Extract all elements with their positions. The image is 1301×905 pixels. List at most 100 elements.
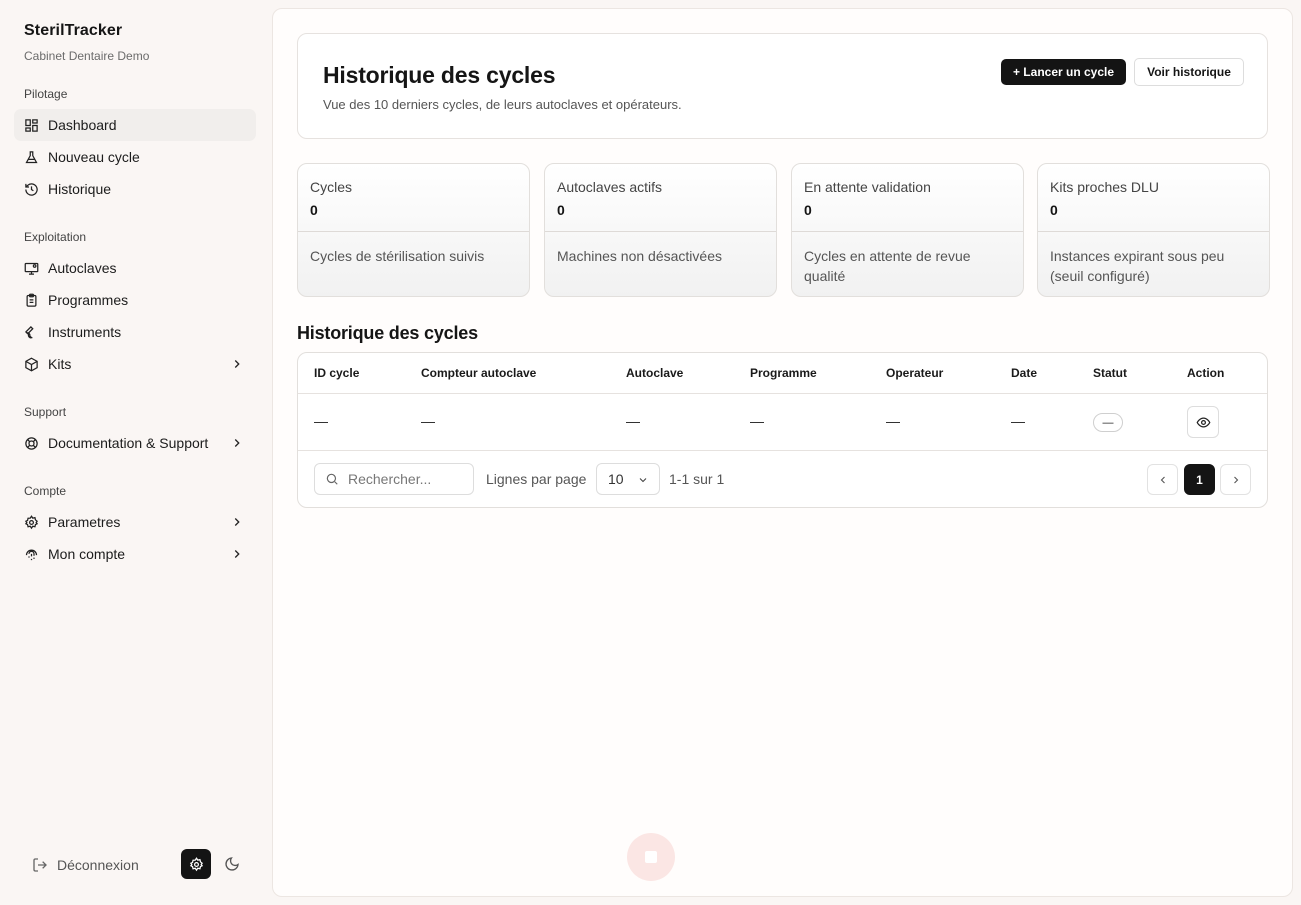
sidebar-item-nouveau-cycle[interactable]: Nouveau cycle <box>14 141 256 173</box>
sidebar-item-mon-compte[interactable]: Mon compte <box>14 538 256 570</box>
brand-name: SterilTracker <box>24 22 123 39</box>
logout-label: Déconnexion <box>57 857 139 873</box>
lifebuoy-icon <box>24 436 39 451</box>
stat-label: En attente validation <box>804 179 931 195</box>
sidebar-item-label: Kits <box>48 356 72 372</box>
column-header[interactable]: Autoclave <box>626 366 683 380</box>
monitor-icon <box>24 261 39 276</box>
stop-icon <box>645 851 657 863</box>
table-row[interactable]: — — — — — — — <box>298 394 1267 451</box>
clipboard-icon <box>24 293 39 308</box>
cycles-table: ID cycle Compteur autoclave Autoclave Pr… <box>297 352 1268 508</box>
logout-icon <box>33 858 47 872</box>
sidebar-item-label: Instruments <box>48 324 122 340</box>
sidebar-item-label: Programmes <box>48 292 129 308</box>
stat-value: 0 <box>804 202 812 218</box>
stat-label: Autoclaves actifs <box>557 179 663 195</box>
chevron-right-icon <box>234 360 240 368</box>
chevron-left-icon <box>1160 476 1165 483</box>
search-input[interactable] <box>348 471 468 487</box>
cell-id: — <box>314 413 328 429</box>
divider <box>545 231 776 232</box>
column-header: Action <box>1187 366 1225 380</box>
brand-subtitle: Cabinet Dentaire Demo <box>24 49 150 63</box>
sidebar-item-label: Autoclaves <box>48 260 117 276</box>
cell-date: — <box>1011 413 1025 429</box>
column-header[interactable]: Programme <box>750 366 817 380</box>
sidebar-item-label: Historique <box>48 181 112 197</box>
stat-value: 0 <box>1050 202 1058 218</box>
previous-page-button[interactable] <box>1147 464 1178 495</box>
cell-counter: — <box>421 413 435 429</box>
table-header: ID cycle Compteur autoclave Autoclave Pr… <box>298 353 1267 394</box>
rows-per-page-select[interactable]: 10 <box>596 463 660 495</box>
sidebar-item-historique[interactable]: Historique <box>14 173 256 205</box>
wrench-icon <box>24 325 39 340</box>
main-panel: Historique des cycles Vue des 10 dernier… <box>272 8 1293 897</box>
page-title: Historique des cycles <box>323 62 556 88</box>
nav-group-title-support: Support <box>24 405 67 419</box>
section-title: Historique des cycles <box>297 323 478 343</box>
brand: SterilTracker Cabinet Dentaire Demo <box>14 22 256 63</box>
chevron-down-icon <box>639 478 647 483</box>
column-header[interactable]: Compteur autoclave <box>421 366 536 380</box>
column-header[interactable]: Operateur <box>886 366 943 380</box>
dashboard-icon <box>24 118 39 133</box>
sidebar-item-dashboard[interactable]: Dashboard <box>14 109 256 141</box>
stat-description: Machines non désactivées <box>557 248 722 264</box>
rows-per-page-label: Lignes par page <box>486 471 587 487</box>
sidebar: SterilTracker Cabinet Dentaire Demo Pilo… <box>0 0 270 905</box>
divider <box>298 231 529 232</box>
fingerprint-icon <box>24 547 39 562</box>
sidebar-item-label: Parametres <box>48 514 121 530</box>
stat-card-kits: Kits proches DLU 0 Instances expirant so… <box>1037 163 1270 297</box>
sidebar-item-label: Documentation & Support <box>48 435 209 451</box>
page-button-current[interactable]: 1 <box>1184 464 1215 495</box>
settings-theme-button[interactable] <box>181 849 211 879</box>
sidebar-item-label: Dashboard <box>48 117 117 133</box>
chevron-right-icon <box>1233 476 1238 483</box>
sidebar-item-instruments[interactable]: Instruments <box>14 316 256 348</box>
cell-program: — <box>750 413 764 429</box>
sidebar-item-autoclaves[interactable]: Autoclaves <box>14 252 256 284</box>
page-subtitle: Vue des 10 derniers cycles, de leurs aut… <box>323 97 682 112</box>
sidebar-item-label: Mon compte <box>48 546 126 562</box>
sidebar-item-kits[interactable]: Kits <box>14 348 256 380</box>
search-icon <box>326 473 338 485</box>
cell-operator: — <box>886 413 900 429</box>
sidebar-item-documentation-support[interactable]: Documentation & Support <box>14 427 256 459</box>
view-button[interactable] <box>1187 406 1219 438</box>
next-page-button[interactable] <box>1220 464 1251 495</box>
moon-icon[interactable] <box>224 856 240 872</box>
history-icon <box>24 182 39 197</box>
gear-icon <box>189 856 203 871</box>
stat-card-autoclaves: Autoclaves actifs 0 Machines non désacti… <box>544 163 777 297</box>
view-history-button[interactable]: Voir historique <box>1134 58 1244 86</box>
column-header[interactable]: ID cycle <box>314 366 359 380</box>
flask-icon <box>24 150 39 165</box>
floating-record-button[interactable] <box>627 833 675 881</box>
chevron-right-icon <box>234 439 240 447</box>
stat-description: Instances expirant sous peu (seuil confi… <box>1050 248 1225 284</box>
page-header-card: Historique des cycles Vue des 10 dernier… <box>297 33 1268 139</box>
launch-cycle-button[interactable]: + Lancer un cycle <box>1001 59 1126 85</box>
table-footer: Lignes par page 10 1-1 sur 1 1 <box>298 452 1267 508</box>
column-header[interactable]: Statut <box>1093 366 1127 380</box>
search-field[interactable] <box>314 463 474 495</box>
column-header[interactable]: Date <box>1011 366 1037 380</box>
divider <box>1038 231 1269 232</box>
sidebar-footer: Déconnexion <box>32 849 247 881</box>
stat-label: Cycles <box>310 179 353 195</box>
logout-button[interactable]: Déconnexion <box>32 857 139 873</box>
nav-group-title-compte: Compte <box>24 484 67 498</box>
pagination-range: 1-1 sur 1 <box>669 471 725 487</box>
package-icon <box>24 357 39 372</box>
nav-group-title-exploitation: Exploitation <box>24 230 87 244</box>
eye-icon <box>1196 416 1210 428</box>
nav-group-title-pilotage: Pilotage <box>24 87 68 101</box>
sidebar-item-parametres[interactable]: Parametres <box>14 506 256 538</box>
sidebar-item-programmes[interactable]: Programmes <box>14 284 256 316</box>
gear-icon <box>24 514 39 530</box>
divider <box>792 231 1023 232</box>
sidebar-item-label: Nouveau cycle <box>48 149 140 165</box>
